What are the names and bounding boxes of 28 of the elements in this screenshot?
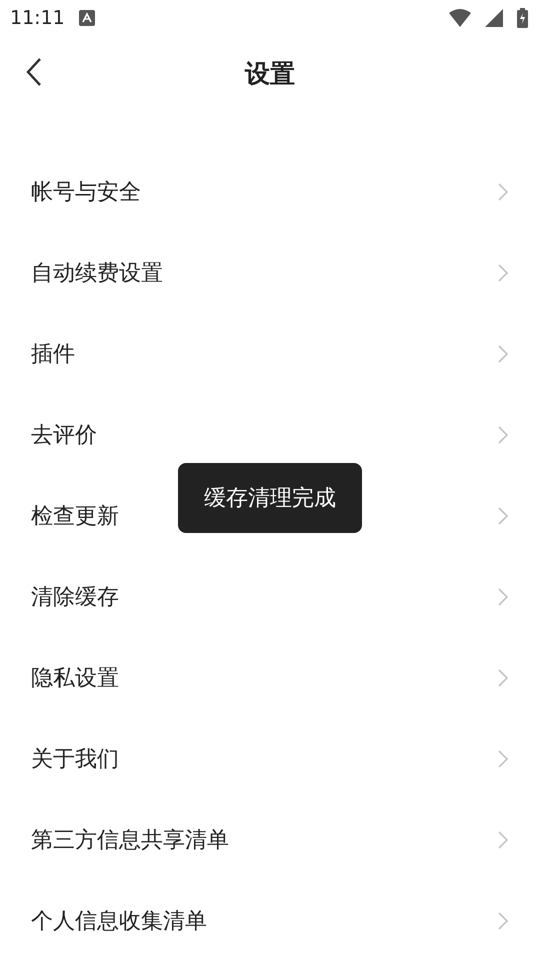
settings-item[interactable]: 插件	[31, 338, 75, 368]
chevron-icon	[498, 668, 508, 686]
wifi-icon	[449, 9, 471, 27]
page-title: 设置	[245, 58, 295, 90]
chevron-icon	[498, 264, 508, 282]
settings-item[interactable]: 自动续费设置	[31, 258, 163, 288]
notification-icon	[78, 10, 95, 26]
settings-item[interactable]: 关于我们	[31, 744, 119, 774]
settings-item[interactable]: 去评价	[31, 420, 97, 450]
chevron-icon	[498, 506, 508, 524]
settings-item[interactable]: 个人信息收集清单	[31, 906, 207, 936]
battery-icon	[517, 8, 528, 28]
back-icon	[26, 57, 42, 87]
settings-item[interactable]: 帐号与安全	[31, 176, 141, 206]
chevron-icon	[498, 830, 508, 848]
settings-item[interactable]: 清除缓存	[31, 582, 119, 612]
settings-item[interactable]: 检查更新	[31, 500, 119, 530]
chevron-icon	[498, 344, 508, 362]
settings-item[interactable]: 隐私设置	[31, 662, 119, 692]
chevron-icon	[498, 912, 508, 930]
cache-cleared-toast: 缓存清理完成	[178, 463, 362, 533]
status-time: 11:11	[10, 7, 65, 29]
signal-icon	[485, 9, 503, 27]
chevron-icon	[498, 182, 508, 200]
chevron-icon	[498, 588, 508, 606]
settings-item[interactable]: 第三方信息共享清单	[31, 824, 229, 854]
chevron-icon	[498, 426, 508, 444]
chevron-icon	[498, 750, 508, 768]
